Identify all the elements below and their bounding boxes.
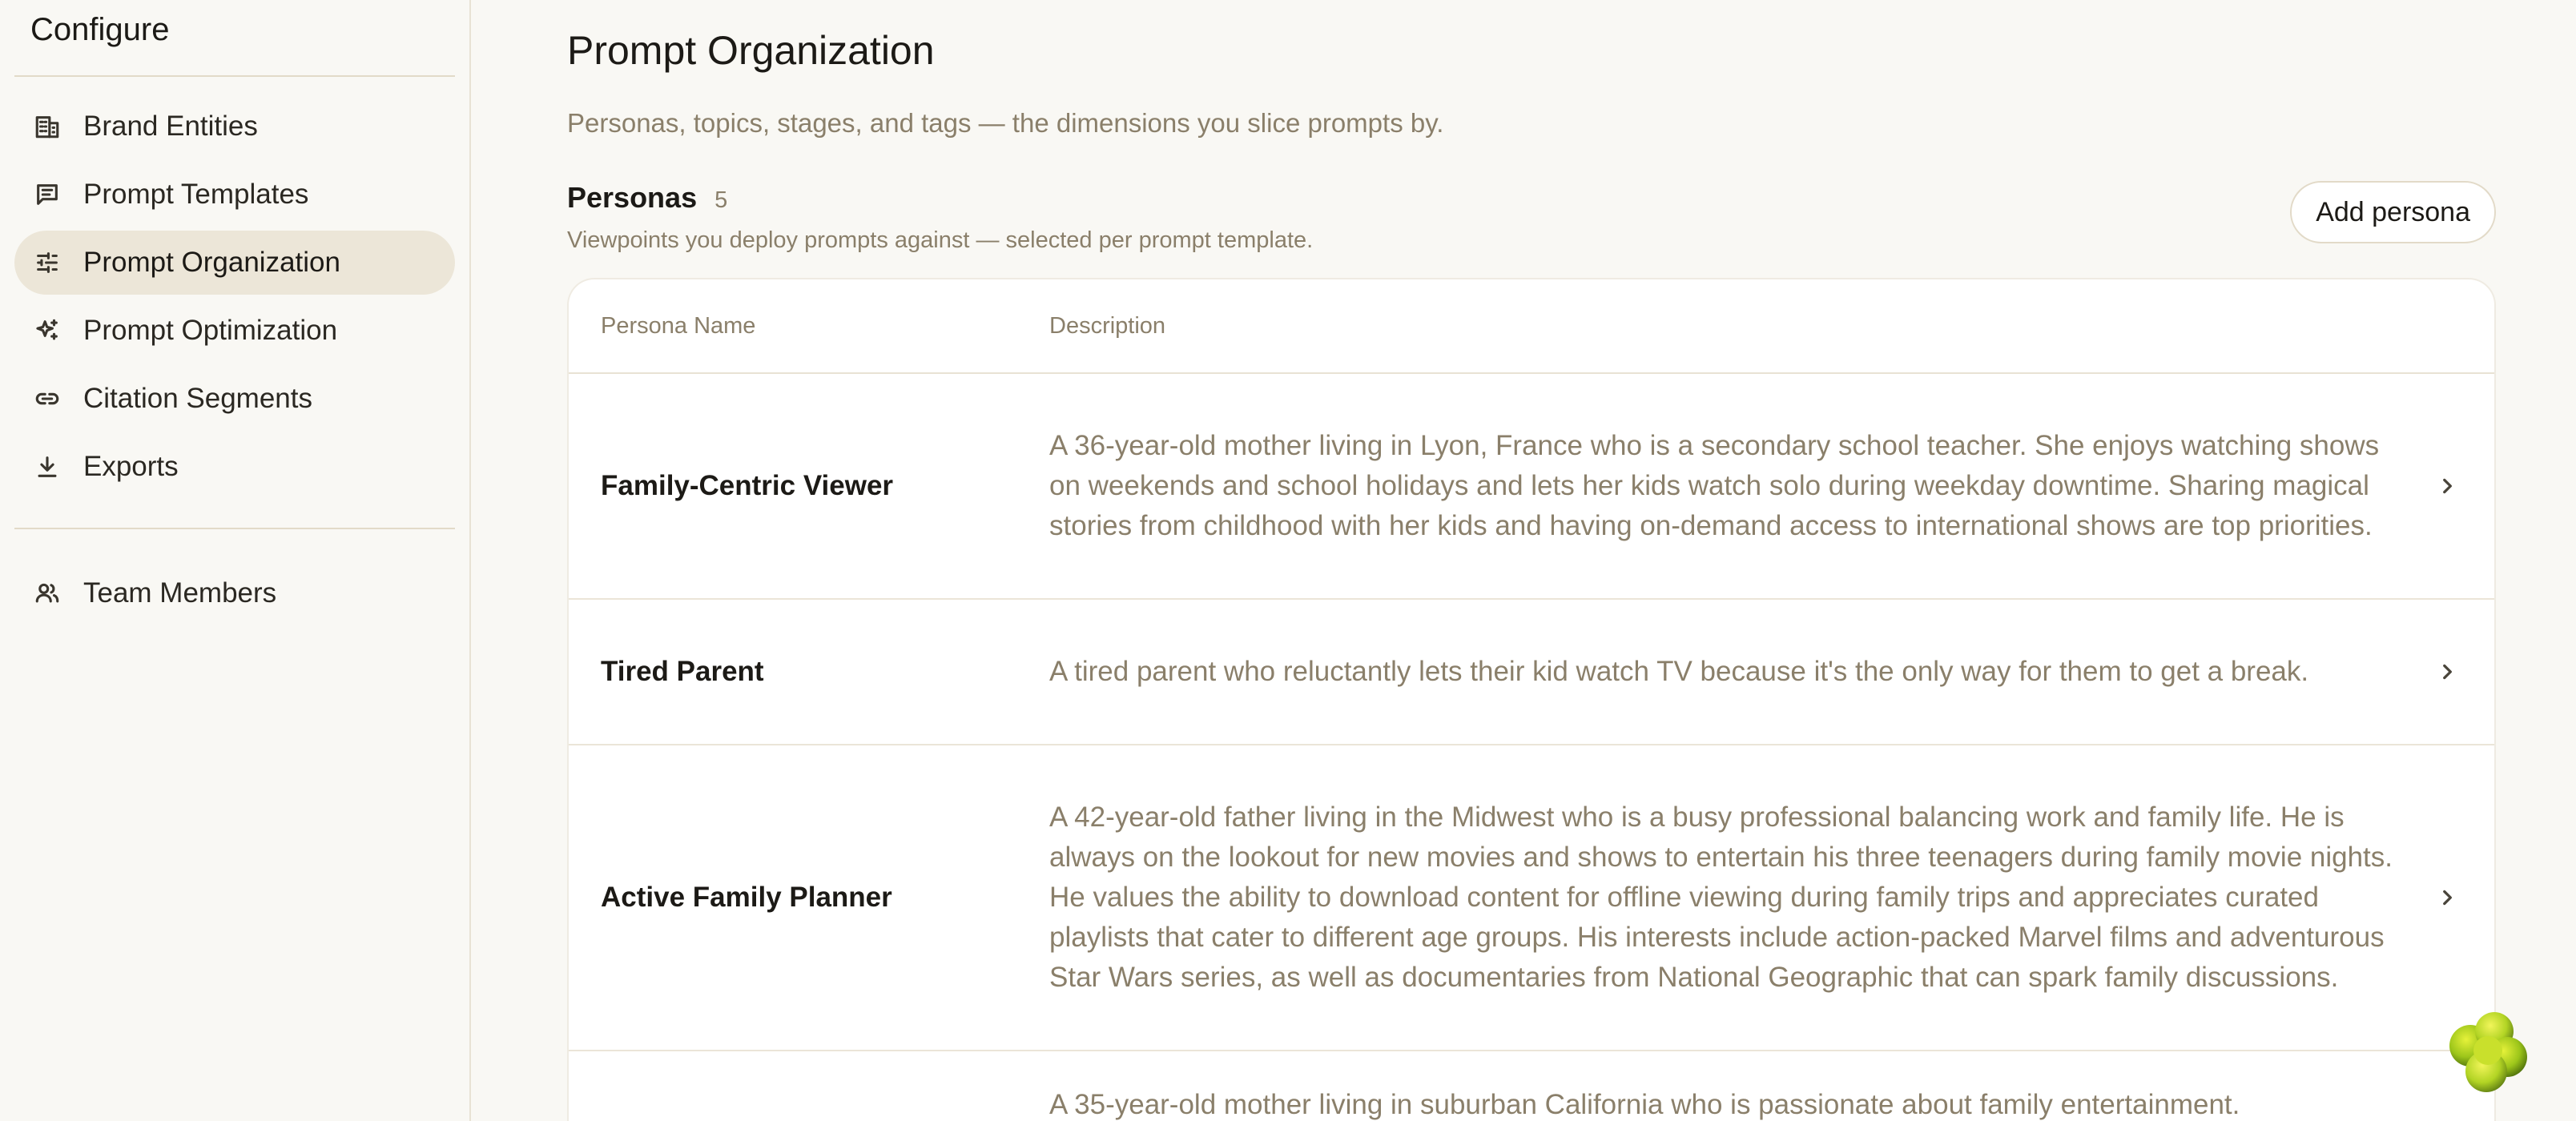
sidebar-item-citation-segments[interactable]: Citation Segments xyxy=(14,367,455,431)
add-persona-button[interactable]: Add persona xyxy=(2290,181,2496,243)
personas-title: Personas xyxy=(567,181,698,214)
sidebar-nav: Brand Entities Prompt Templates Prompt O… xyxy=(14,77,455,625)
personas-description: Viewpoints you deploy prompts against — … xyxy=(567,227,1314,253)
sidebar-item-prompt-optimization[interactable]: Prompt Optimization xyxy=(14,299,455,363)
main-content: Prompt Organization Personas, topics, st… xyxy=(471,0,2576,1121)
persona-description: A 36-year-old mother living in Lyon, Fra… xyxy=(1049,430,2380,541)
personas-heading: Personas 5 Viewpoints you deploy prompts… xyxy=(567,181,1313,254)
sidebar-item-label: Prompt Optimization xyxy=(83,315,338,346)
page-title: Prompt Organization xyxy=(567,28,935,73)
sidebar-item-brand-entities[interactable]: Brand Entities xyxy=(14,94,455,159)
sidebar-item-label: Citation Segments xyxy=(83,383,312,414)
assistant-widget-icon[interactable] xyxy=(2441,1004,2538,1100)
table-header: Persona Name Description xyxy=(569,279,2494,374)
personas-title-row: Personas 5 xyxy=(567,181,1313,215)
sliders-icon xyxy=(32,247,62,278)
column-header-description: Description xyxy=(1049,312,1166,339)
sidebar: Configure Brand Entities Prompt Template… xyxy=(0,0,471,1121)
sidebar-divider xyxy=(14,528,455,529)
chevron-right-icon[interactable] xyxy=(2435,886,2459,910)
table-row[interactable]: Family-Centric Viewer A 36-year-old moth… xyxy=(569,374,2494,600)
table-row[interactable]: A 35-year-old mother living in suburban … xyxy=(569,1051,2494,1121)
table-row[interactable]: Active Family Planner A 42-year-old fath… xyxy=(569,745,2494,1051)
personas-header: Personas 5 Viewpoints you deploy prompts… xyxy=(567,181,2496,254)
message-square-icon xyxy=(32,179,62,210)
sidebar-item-exports[interactable]: Exports xyxy=(14,435,455,499)
chevron-right-icon[interactable] xyxy=(2435,660,2459,684)
app-root: Configure Brand Entities Prompt Template… xyxy=(0,0,2576,1121)
sidebar-item-label: Exports xyxy=(83,451,179,482)
sidebar-item-label: Prompt Organization xyxy=(83,247,340,278)
persona-name: Active Family Planner xyxy=(601,882,892,913)
sidebar-item-prompt-organization[interactable]: Prompt Organization xyxy=(14,231,455,295)
table-row[interactable]: Tired Parent A tired parent who reluctan… xyxy=(569,600,2494,745)
persona-name: Tired Parent xyxy=(601,656,764,687)
page-subtitle: Personas, topics, stages, and tags — the… xyxy=(567,108,1444,138)
persona-description: A 35-year-old mother living in suburban … xyxy=(1049,1089,2240,1120)
persona-description: A tired parent who reluctantly lets thei… xyxy=(1049,656,2309,687)
persona-name: Family-Centric Viewer xyxy=(601,470,894,501)
sidebar-item-team-members[interactable]: Team Members xyxy=(14,561,455,625)
download-icon xyxy=(32,452,62,482)
personas-table: Persona Name Description Family-Centric … xyxy=(567,278,2496,1121)
chevron-right-icon[interactable] xyxy=(2435,474,2459,498)
building-icon xyxy=(32,111,62,142)
column-header-persona-name: Persona Name xyxy=(601,312,756,339)
users-icon xyxy=(32,578,62,609)
sidebar-item-label: Team Members xyxy=(83,577,277,609)
link-icon xyxy=(32,384,62,414)
sparkles-icon xyxy=(32,315,62,346)
sidebar-item-prompt-templates[interactable]: Prompt Templates xyxy=(14,163,455,227)
sidebar-title: Configure xyxy=(14,0,455,77)
persona-description: A 42-year-old father living in the Midwe… xyxy=(1049,802,2393,993)
personas-count: 5 xyxy=(714,187,728,213)
sidebar-item-label: Prompt Templates xyxy=(83,179,309,210)
sidebar-item-label: Brand Entities xyxy=(83,110,258,142)
